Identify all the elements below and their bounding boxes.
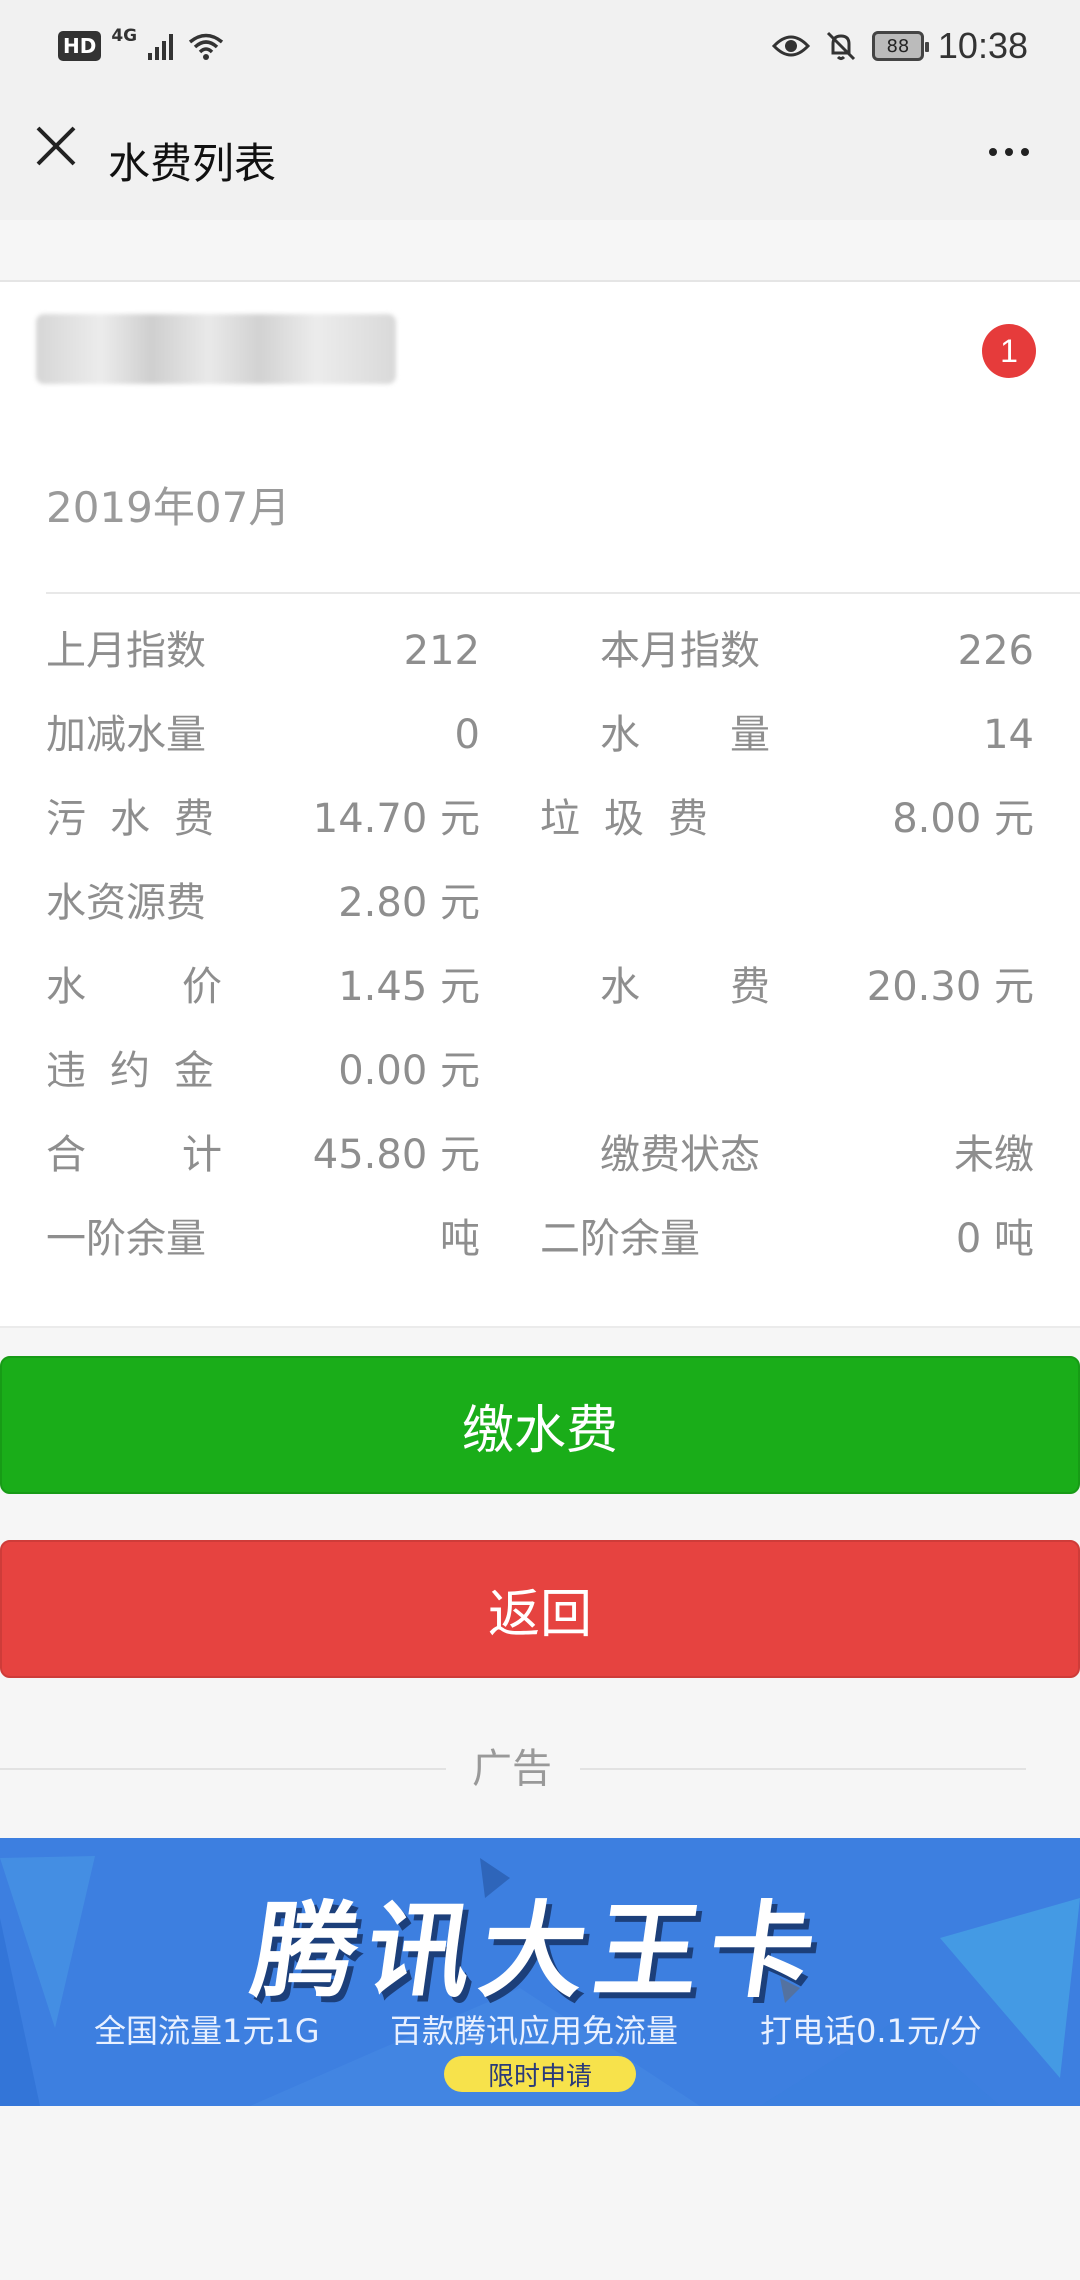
network-type: 4G bbox=[111, 26, 138, 46]
bill-row: 上月指数 212 本月指数 226 bbox=[0, 612, 1080, 696]
close-icon bbox=[36, 126, 76, 166]
hd-badge: HD bbox=[58, 31, 102, 61]
field-value: 1.45 元 bbox=[338, 964, 480, 1010]
eye-icon bbox=[771, 35, 810, 57]
bill-period: 2019年07月 bbox=[46, 483, 291, 532]
ad-feature: 打电话0.1元/分 bbox=[760, 2012, 982, 2050]
close-button[interactable] bbox=[28, 118, 84, 174]
ad-feature: 全国流量1元1G bbox=[94, 2012, 320, 2050]
bill-row: 违约金 0.00 元 bbox=[0, 1032, 1080, 1116]
battery-icon: 88 bbox=[871, 31, 929, 61]
field-value: 226 bbox=[957, 628, 1034, 674]
divider-line bbox=[580, 1768, 1026, 1770]
clock: 10:38 bbox=[937, 25, 1028, 66]
field-label-char-1: 水 bbox=[600, 712, 640, 758]
status-left: HD 4G bbox=[58, 26, 225, 66]
payment-status: 未缴 bbox=[954, 1132, 1034, 1178]
bill-row: 加减水量 0 水 量 14 bbox=[0, 696, 1080, 780]
field-value: 0 吨 bbox=[955, 1216, 1034, 1262]
field-label: 合 计 bbox=[46, 1130, 222, 1180]
divider bbox=[46, 592, 1080, 594]
more-icon-dot bbox=[1021, 148, 1029, 156]
field-label: 污水费 bbox=[46, 796, 238, 842]
field-value: 2.80 元 bbox=[338, 880, 480, 926]
ad-banner[interactable]: 腾讯大王卡 全国流量1元1G 百款腾讯应用免流量 打电话0.1元/分 限时申请 bbox=[0, 1838, 1080, 2106]
account-row[interactable]: 1 bbox=[0, 280, 1080, 418]
field-value: 45.80 元 bbox=[312, 1132, 480, 1178]
field-value: 吨 bbox=[440, 1216, 480, 1262]
field-label: 缴费状态 bbox=[600, 1132, 760, 1178]
divider-line bbox=[0, 1768, 446, 1770]
field-label: 加减水量 bbox=[46, 712, 206, 758]
bill-card: 2019年07月 上月指数 212 本月指数 226 加减水量 0 水 量 14… bbox=[0, 416, 1080, 1328]
field-label-char-1: 水 bbox=[46, 964, 86, 1010]
bill-row: 污水费 14.70 元 垃圾费 8.00 元 bbox=[0, 780, 1080, 864]
field-value: 14 bbox=[983, 712, 1034, 758]
ad-feature: 百款腾讯应用免流量 bbox=[390, 2012, 679, 2050]
bill-row: 水 价 1.45 元 水 费 20.30 元 bbox=[0, 948, 1080, 1032]
field-label-char-1: 合 bbox=[46, 1132, 86, 1178]
account-name-redacted bbox=[36, 314, 396, 384]
bill-row: 一阶余量 吨 二阶余量 0 吨 bbox=[0, 1200, 1080, 1284]
signal-icon bbox=[148, 34, 174, 60]
pay-water-bill-button[interactable]: 缴水费 bbox=[0, 1356, 1080, 1494]
ad-divider: 广告 bbox=[0, 1736, 1080, 1792]
unread-badge: 1 bbox=[982, 324, 1036, 378]
field-value: 0.00 元 bbox=[338, 1048, 480, 1094]
field-value: 20.30 元 bbox=[866, 964, 1034, 1010]
field-label: 本月指数 bbox=[600, 628, 760, 674]
field-label-char-2: 费 bbox=[730, 964, 770, 1010]
field-value: 14.70 元 bbox=[312, 796, 480, 842]
field-value: 0 bbox=[454, 712, 480, 758]
field-label: 一阶余量 bbox=[46, 1216, 206, 1262]
field-label: 违约金 bbox=[46, 1048, 238, 1094]
status-bar: HD 4G 88 10:38 bbox=[0, 0, 1080, 92]
bill-row: 水资源费 2.80 元 bbox=[0, 864, 1080, 948]
wifi-icon bbox=[189, 33, 224, 60]
more-icon-dot bbox=[989, 148, 997, 156]
field-label-char-1: 水 bbox=[600, 964, 640, 1010]
field-label: 上月指数 bbox=[46, 628, 206, 674]
back-button[interactable]: 返回 bbox=[0, 1540, 1080, 1678]
field-label-char-2: 价 bbox=[182, 964, 222, 1010]
field-label: 水 价 bbox=[46, 962, 222, 1012]
status-right: 88 10:38 bbox=[771, 22, 1028, 70]
field-label: 水资源费 bbox=[46, 880, 206, 926]
field-value: 8.00 元 bbox=[892, 796, 1034, 842]
field-label: 垃圾费 bbox=[540, 796, 732, 842]
field-label-char-2: 计 bbox=[182, 1132, 222, 1178]
ad-label: 广告 bbox=[472, 1746, 552, 1792]
more-button[interactable] bbox=[974, 122, 1044, 182]
more-icon-dot bbox=[1005, 148, 1013, 156]
field-label: 二阶余量 bbox=[540, 1216, 700, 1262]
field-label: 水 量 bbox=[600, 710, 770, 760]
mute-bell-icon bbox=[826, 31, 855, 61]
field-label-char-2: 量 bbox=[730, 712, 770, 758]
bill-row: 合 计 45.80 元 缴费状态 未缴 bbox=[0, 1116, 1080, 1200]
ad-apply-button[interactable]: 限时申请 bbox=[444, 2056, 636, 2092]
page-title: 水费列表 bbox=[108, 139, 277, 188]
field-value: 212 bbox=[403, 628, 480, 674]
nav-header: 水费列表 bbox=[0, 92, 1080, 220]
ad-title: 腾讯大王卡 bbox=[245, 1890, 833, 2012]
bill-details: 上月指数 212 本月指数 226 加减水量 0 水 量 14 污水费 14.7… bbox=[0, 612, 1080, 1284]
field-label: 水 费 bbox=[600, 962, 770, 1012]
